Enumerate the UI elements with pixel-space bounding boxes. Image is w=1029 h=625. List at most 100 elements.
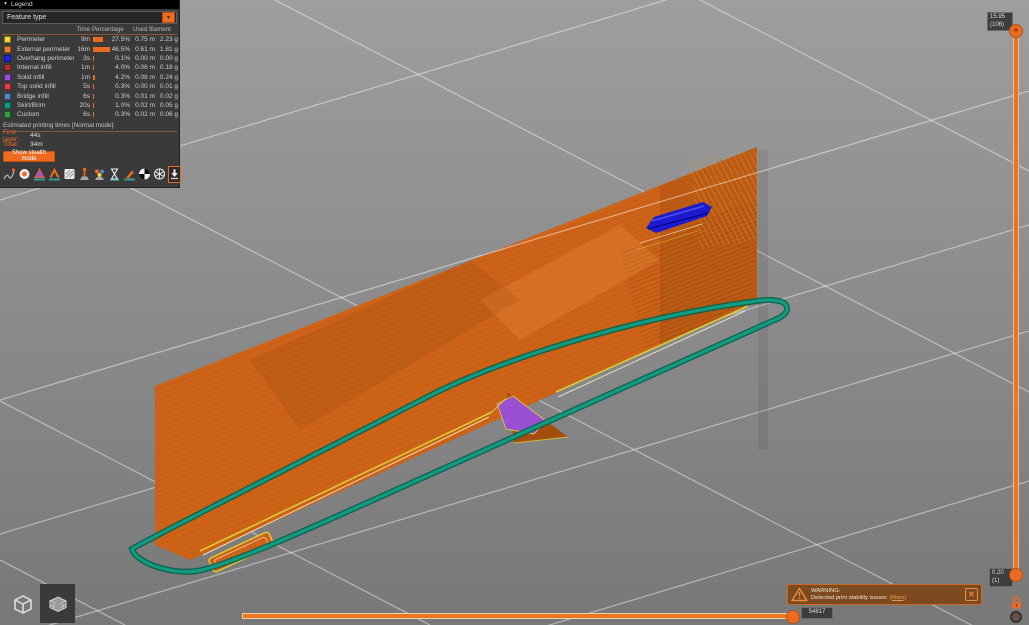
legend-panel: ▼ Legend Feature type ▼ Time Percentage … — [0, 0, 181, 188]
legend-row[interactable]: Skirt/Brim 20s 1.0% 0.02 m 0.05 g — [0, 101, 179, 110]
feature-meters: 0.08 m — [135, 73, 155, 81]
feature-time: 9m — [80, 36, 90, 44]
moves-slider-handle[interactable] — [786, 610, 800, 624]
view-type-dropdown[interactable]: Feature type ▼ — [2, 11, 177, 24]
layer-slider-bottom-handle[interactable] — [1009, 568, 1023, 582]
tool-changes-toggle-button[interactable] — [78, 166, 91, 183]
feature-grams: 0.18 g — [159, 64, 178, 72]
legend-row[interactable]: Custom 6s 0.3% 0.02 m 0.06 g — [0, 110, 179, 119]
center-of-gravity-toggle-button[interactable] — [138, 166, 151, 183]
feature-time: 3s — [83, 54, 90, 62]
legend-row[interactable]: Bridge infill 6s 0.3% 0.01 m 0.02 g — [0, 91, 179, 100]
feature-percent: 27.5% — [111, 36, 130, 44]
feature-time: 1m — [80, 64, 90, 72]
feature-time: 6s — [83, 111, 90, 119]
warning-close-button[interactable]: ✕ — [965, 588, 978, 601]
moves-slider-end-handle[interactable] — [1010, 611, 1022, 623]
retractions-toggle-button[interactable] — [33, 166, 46, 183]
legend-row[interactable]: External perimeter 16m 46.5% 0.61 m 1.81 g — [0, 44, 179, 53]
legend-row[interactable]: Internal infill 1m 4.0% 0.06 m 0.18 g — [0, 63, 179, 72]
dropdown-button[interactable]: ▼ — [162, 12, 175, 23]
percentage-bar — [90, 65, 109, 71]
feature-meters: 0.02 m — [135, 101, 155, 109]
warning-toast: WARNING: Detected print stability issues… — [787, 584, 982, 605]
feature-color-swatch — [4, 111, 11, 119]
pause-prints-toggle-button[interactable] — [108, 166, 121, 183]
percentage-bar — [90, 74, 109, 80]
legend-title-bar[interactable]: ▼ Legend — [0, 0, 179, 9]
plus-icon: + — [1013, 25, 1019, 35]
feature-percent: 0.3% — [115, 92, 130, 100]
feature-color-swatch — [4, 83, 11, 91]
total-value: 34m — [30, 140, 43, 148]
warning-more-link[interactable]: (More) — [889, 595, 906, 601]
deretractions-icon — [49, 167, 60, 181]
layer-slider-top-handle[interactable]: + — [1009, 24, 1023, 38]
feature-meters: 0.00 m — [135, 83, 155, 91]
layer-number-value: (106) — [990, 21, 1005, 28]
layer-height-value: 15.95 — [990, 14, 1006, 20]
feature-time: 1m — [80, 73, 90, 81]
percentage-bar — [90, 102, 109, 108]
editor-view-button[interactable] — [5, 584, 40, 623]
feature-percent: 0.1% — [115, 54, 130, 62]
feature-label: Custom — [17, 111, 40, 119]
custom-gcodes-toggle-button[interactable] — [123, 166, 136, 183]
pause-prints-icon — [110, 168, 119, 181]
center-of-gravity-icon — [139, 168, 150, 180]
feature-grams: 0.05 g — [159, 101, 178, 109]
feature-meters: 0.61 m — [135, 45, 155, 53]
tool-marker-icon — [170, 169, 179, 180]
feature-grams: 0.24 g — [159, 73, 178, 81]
feature-percent: 0.3% — [115, 83, 130, 91]
tool-marker-toggle-button[interactable] — [168, 165, 181, 183]
feature-percent: 1.0% — [115, 101, 130, 109]
chevron-down-icon: ▼ — [166, 14, 171, 21]
show-stealth-mode-button[interactable]: Show stealth mode — [3, 150, 55, 162]
legend-row[interactable]: Overhang perimeter 3s 0.1% 0.00 m 0.00 g — [0, 54, 179, 63]
total-time-row: Total: 34m — [0, 140, 179, 149]
feature-label: Skirt/Brim — [17, 101, 46, 109]
feature-percent: 46.5% — [111, 45, 130, 53]
legend-row[interactable]: Solid infill 1m 4.2% 0.08 m 0.24 g — [0, 73, 179, 82]
deretractions-toggle-button[interactable] — [48, 166, 61, 183]
feature-grams: 0.02 g — [159, 92, 178, 100]
legend-row[interactable]: Perimeter 9m 27.5% 0.75 m 2.23 g — [0, 35, 179, 44]
feature-label: Overhang perimeter — [17, 54, 74, 62]
shells-toggle-button[interactable] — [153, 166, 166, 183]
color-changes-toggle-button[interactable] — [93, 166, 106, 183]
view-type-value: Feature type — [7, 14, 47, 21]
seams-toggle-button[interactable] — [63, 166, 76, 183]
preview-view-button[interactable] — [40, 584, 75, 623]
first-layer-value: 44s — [30, 132, 41, 140]
shells-icon — [153, 168, 166, 180]
feature-color-swatch — [4, 45, 11, 53]
warning-title: WARNING: — [811, 587, 841, 594]
overhang-stripes — [690, 150, 757, 250]
warning-message: Detected print stability issues: — [811, 594, 888, 601]
retractions-icon — [34, 168, 45, 181]
moves-slider-track[interactable] — [242, 613, 789, 619]
travel-toggle-button[interactable] — [3, 166, 16, 183]
feature-meters: 0.06 m — [135, 64, 155, 72]
column-used-filament: Used filament — [133, 25, 171, 33]
legend-row[interactable]: Top solid infill 5s 0.3% 0.00 m 0.01 g — [0, 82, 179, 91]
feature-meters: 0.02 m — [135, 111, 155, 119]
first-layer-row: First layer: 44s — [0, 129, 179, 143]
feature-color-swatch — [4, 101, 11, 109]
feature-grams: 0.01 g — [159, 83, 178, 91]
feature-time: 20s — [79, 101, 90, 109]
percentage-bar — [90, 93, 109, 99]
collapse-triangle-icon[interactable]: ▼ — [3, 2, 8, 7]
layer-height-value: 0.20 — [992, 570, 1004, 576]
feature-percent: 4.2% — [115, 73, 130, 81]
wipe-toggle-button[interactable] — [18, 166, 31, 183]
legend-toolbar — [0, 162, 181, 183]
percentage-bar — [90, 112, 109, 118]
legend-column-headers: Time Percentage Used filament — [0, 25, 179, 33]
feature-color-swatch — [4, 73, 11, 81]
feature-percent: 4.0% — [115, 64, 130, 72]
feature-color-swatch — [4, 54, 11, 62]
layer-slider-track[interactable] — [1013, 35, 1019, 571]
column-percentage: Percentage — [92, 25, 124, 33]
